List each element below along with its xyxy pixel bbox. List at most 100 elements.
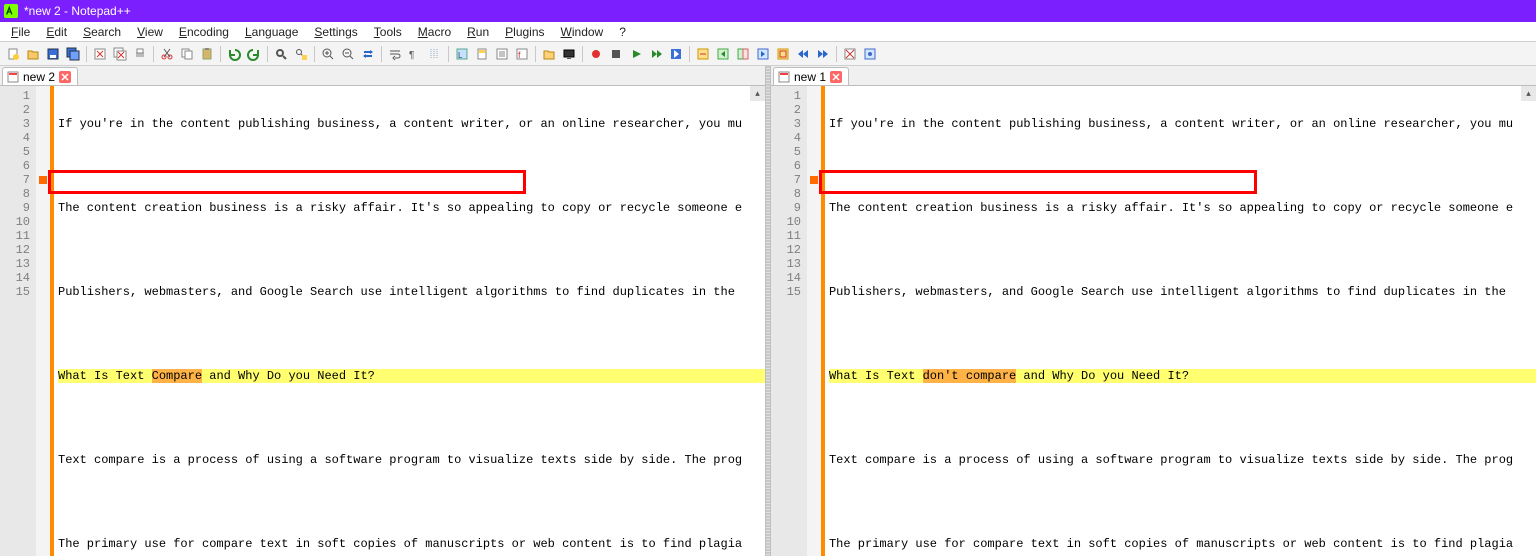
stop-macro-button[interactable] — [607, 45, 625, 63]
compare-prev-button[interactable] — [714, 45, 732, 63]
record-macro-button[interactable] — [587, 45, 605, 63]
toolbar-separator — [448, 46, 449, 62]
menu-encoding[interactable]: Encoding — [172, 24, 236, 40]
marker-cell — [36, 201, 50, 215]
right-editor[interactable]: 123456789101112131415 If you're in the c… — [771, 85, 1536, 556]
save-all-button[interactable] — [64, 45, 82, 63]
new-file-button[interactable] — [4, 45, 22, 63]
marker-cell — [36, 145, 50, 159]
menu-file[interactable]: File — [4, 24, 37, 40]
scroll-up-icon[interactable]: ▴ — [1521, 86, 1536, 101]
menu-?[interactable]: ? — [612, 24, 633, 40]
zoom-out-button[interactable] — [339, 45, 357, 63]
close-icon[interactable] — [59, 71, 71, 83]
monitor-button[interactable] — [560, 45, 578, 63]
menu-tools[interactable]: Tools — [367, 24, 409, 40]
text-line — [58, 243, 765, 257]
undo-button[interactable] — [225, 45, 243, 63]
toolbar-separator — [689, 46, 690, 62]
left-tab[interactable]: new 2 — [2, 67, 78, 86]
redo-button[interactable] — [245, 45, 263, 63]
play-multi-button[interactable] — [647, 45, 665, 63]
compare-next-button[interactable] — [754, 45, 772, 63]
copy-button[interactable] — [178, 45, 196, 63]
menu-edit[interactable]: Edit — [39, 24, 74, 40]
save-macro-button[interactable] — [667, 45, 685, 63]
line-number: 4 — [771, 131, 801, 145]
menu-language[interactable]: Language — [238, 24, 305, 40]
line-number: 15 — [0, 285, 30, 299]
play-macro-button[interactable] — [627, 45, 645, 63]
line-number: 13 — [0, 257, 30, 271]
sync-scroll-button[interactable] — [359, 45, 377, 63]
marker-cell — [36, 271, 50, 285]
open-file-button[interactable] — [24, 45, 42, 63]
text-line — [58, 411, 765, 425]
save-button[interactable] — [44, 45, 62, 63]
text-line: The content creation business is a risky… — [58, 201, 765, 215]
menu-macro[interactable]: Macro — [411, 24, 458, 40]
menu-run[interactable]: Run — [460, 24, 496, 40]
find-button[interactable] — [272, 45, 290, 63]
toolbar-separator — [267, 46, 268, 62]
toolbar-separator — [314, 46, 315, 62]
toolbar-separator — [582, 46, 583, 62]
folder-workspace-button[interactable] — [540, 45, 558, 63]
scroll-up-icon[interactable]: ▴ — [750, 86, 765, 101]
line-number: 13 — [771, 257, 801, 271]
compare-button[interactable] — [734, 45, 752, 63]
line-number: 12 — [771, 243, 801, 257]
func-list-button[interactable]: f — [513, 45, 531, 63]
toolbar-separator — [535, 46, 536, 62]
marker-cell — [807, 159, 821, 173]
compare-last-button[interactable] — [774, 45, 792, 63]
replace-button[interactable] — [292, 45, 310, 63]
compare-clear-button[interactable] — [841, 45, 859, 63]
marker-cell — [807, 271, 821, 285]
compare-nav-next-button[interactable] — [814, 45, 832, 63]
text-line: Text compare is a process of using a sof… — [829, 453, 1536, 467]
menu-window[interactable]: Window — [554, 24, 611, 40]
lang-udl-button[interactable]: L — [453, 45, 471, 63]
line-number: 1 — [0, 89, 30, 103]
compare-nav-prev-button[interactable] — [794, 45, 812, 63]
close-all-button[interactable] — [111, 45, 129, 63]
toolbar: ¶ Lf — [0, 42, 1536, 66]
text-line: If you're in the content publishing busi… — [58, 117, 765, 131]
text-line — [829, 495, 1536, 509]
doc-list-button[interactable] — [493, 45, 511, 63]
diff-word: Compare — [152, 369, 202, 383]
left-gutter: 123456789101112131415 — [0, 86, 36, 556]
show-all-chars-button[interactable]: ¶ — [406, 45, 424, 63]
workspace: new 2 123456789101112131415 If you're in… — [0, 66, 1536, 556]
marker-cell — [807, 285, 821, 299]
close-icon[interactable] — [830, 71, 842, 83]
close-button[interactable] — [91, 45, 109, 63]
menu-view[interactable]: View — [130, 24, 170, 40]
print-button[interactable] — [131, 45, 149, 63]
indent-guide-button[interactable] — [426, 45, 444, 63]
paste-button[interactable] — [198, 45, 216, 63]
marker-cell — [807, 215, 821, 229]
menu-search[interactable]: Search — [76, 24, 128, 40]
word-wrap-button[interactable] — [386, 45, 404, 63]
compare-settings-button[interactable] — [861, 45, 879, 63]
text-line — [829, 159, 1536, 173]
window-title: *new 2 - Notepad++ — [24, 4, 131, 18]
marker-cell — [807, 131, 821, 145]
left-pane: new 2 123456789101112131415 If you're in… — [0, 66, 765, 556]
compare-first-button[interactable] — [694, 45, 712, 63]
zoom-in-button[interactable] — [319, 45, 337, 63]
menu-settings[interactable]: Settings — [307, 24, 364, 40]
cut-button[interactable] — [158, 45, 176, 63]
left-textarea[interactable]: If you're in the content publishing busi… — [58, 86, 765, 556]
titlebar[interactable]: *new 2 - Notepad++ — [0, 0, 1536, 22]
right-tabstrip[interactable]: new 1 — [771, 66, 1536, 85]
doc-map-button[interactable] — [473, 45, 491, 63]
line-number: 5 — [771, 145, 801, 159]
menu-plugins[interactable]: Plugins — [498, 24, 551, 40]
left-editor[interactable]: 123456789101112131415 If you're in the c… — [0, 85, 765, 556]
right-textarea[interactable]: If you're in the content publishing busi… — [829, 86, 1536, 556]
left-tabstrip[interactable]: new 2 — [0, 66, 765, 85]
right-tab[interactable]: new 1 — [773, 67, 849, 86]
